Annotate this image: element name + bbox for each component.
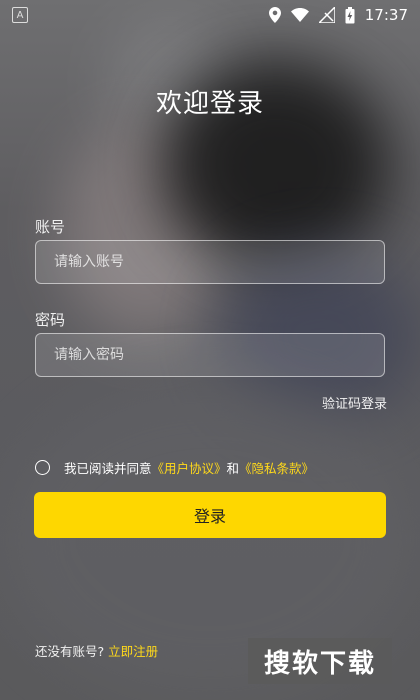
password-input[interactable] <box>52 346 384 364</box>
agreement-conjunction: 和 <box>226 461 240 476</box>
status-bar: A 17:37 <box>0 0 420 30</box>
page-title: 欢迎登录 <box>155 89 264 119</box>
password-field[interactable] <box>35 333 385 377</box>
no-signal-icon <box>318 7 335 23</box>
register-row: 还没有账号? 立即注册 <box>35 641 158 660</box>
status-time: 17:37 <box>364 6 408 24</box>
wifi-icon <box>290 8 309 22</box>
agreement-row: 我已阅读并同意 《用户协议》 和 《隐私条款》 <box>35 458 314 477</box>
agreement-checkbox[interactable] <box>35 460 50 475</box>
account-input[interactable] <box>52 253 384 271</box>
login-button[interactable]: 登录 <box>34 492 386 538</box>
register-prompt: 还没有账号? <box>35 644 105 659</box>
watermark-logo: 搜软下载 <box>248 638 392 684</box>
code-login-link[interactable]: 验证码登录 <box>322 393 387 412</box>
agreement-prefix: 我已阅读并同意 <box>64 461 152 476</box>
user-agreement-link[interactable]: 《用户协议》 <box>152 458 227 477</box>
notification-icon: A <box>12 7 28 23</box>
location-icon <box>268 7 281 23</box>
account-field[interactable] <box>35 240 385 284</box>
privacy-policy-link[interactable]: 《隐私条款》 <box>239 458 314 477</box>
account-label: 账号 <box>35 218 66 236</box>
battery-icon <box>345 6 355 24</box>
register-link[interactable]: 立即注册 <box>108 644 158 659</box>
password-label: 密码 <box>35 311 66 329</box>
